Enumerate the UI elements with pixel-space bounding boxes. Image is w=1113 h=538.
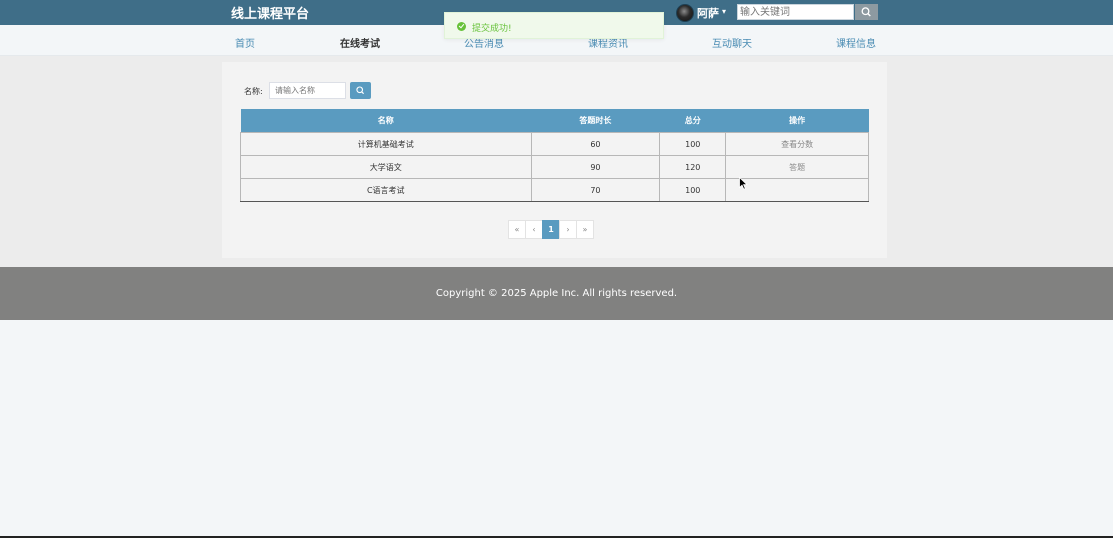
exam-name: 计算机基础考试 xyxy=(240,132,532,156)
toast-message: 提交成功! xyxy=(472,24,512,34)
table-row: 大学语文 90 120 答题 xyxy=(240,155,869,179)
chevron-down-icon[interactable]: ▾ xyxy=(722,7,726,16)
prev-page-button[interactable]: ‹ xyxy=(525,220,543,239)
table-row: C语言考试 70 100 xyxy=(240,178,869,202)
exam-score: 100 xyxy=(659,132,727,156)
exam-name: C语言考试 xyxy=(240,178,532,202)
last-page-button[interactable]: » xyxy=(576,220,594,239)
page-1-button[interactable]: 1 xyxy=(542,220,560,239)
exam-score: 100 xyxy=(659,178,727,202)
copyright-text: Copyright © 2025 Apple Inc. All rights r… xyxy=(435,288,678,299)
name-filter-label: 名称: xyxy=(244,87,263,96)
nav-item-chat[interactable]: 互动聊天 xyxy=(712,35,752,50)
first-page-button[interactable]: « xyxy=(508,220,526,239)
nav-item-home[interactable]: 首页 xyxy=(235,35,255,50)
exam-duration: 60 xyxy=(530,132,661,156)
site-title: 线上课程平台 xyxy=(231,7,310,22)
search-button[interactable] xyxy=(855,4,878,20)
username-label[interactable]: 阿萨 xyxy=(697,5,719,21)
search-input[interactable] xyxy=(737,4,854,20)
name-filter-input[interactable] xyxy=(269,82,346,99)
column-header-action: 操作 xyxy=(725,109,869,133)
column-header-score: 总分 xyxy=(659,109,726,133)
table-header-row: 名称 答题时长 总分 操作 xyxy=(240,109,869,133)
exam-score: 120 xyxy=(659,155,727,179)
search-icon xyxy=(356,86,365,95)
table-row: 计算机基础考试 60 100 查看分数 xyxy=(240,132,869,156)
exam-name: 大学语文 xyxy=(240,155,532,179)
pagination: « ‹ 1 › » xyxy=(508,220,594,240)
view-score-link[interactable]: 查看分数 xyxy=(725,132,869,156)
footer: Copyright © 2025 Apple Inc. All rights r… xyxy=(0,267,1113,320)
search-icon xyxy=(861,7,871,17)
user-avatar[interactable] xyxy=(676,4,694,22)
filter-search-button[interactable] xyxy=(350,82,371,99)
success-toast: 提交成功! xyxy=(444,12,664,39)
column-header-name: 名称 xyxy=(240,109,532,133)
exam-duration: 90 xyxy=(530,155,661,179)
answer-link[interactable]: 答题 xyxy=(725,155,869,179)
next-page-button[interactable]: › xyxy=(559,220,577,239)
success-check-icon xyxy=(457,22,466,31)
nav-item-course-info[interactable]: 课程信息 xyxy=(836,35,876,50)
column-header-duration: 答题时长 xyxy=(531,109,660,133)
exam-table: 名称 答题时长 总分 操作 计算机基础考试 60 100 查看分数 大学语文 9… xyxy=(240,109,869,202)
nav-item-online-exam[interactable]: 在线考试 xyxy=(340,35,380,50)
exam-duration: 70 xyxy=(530,178,661,202)
